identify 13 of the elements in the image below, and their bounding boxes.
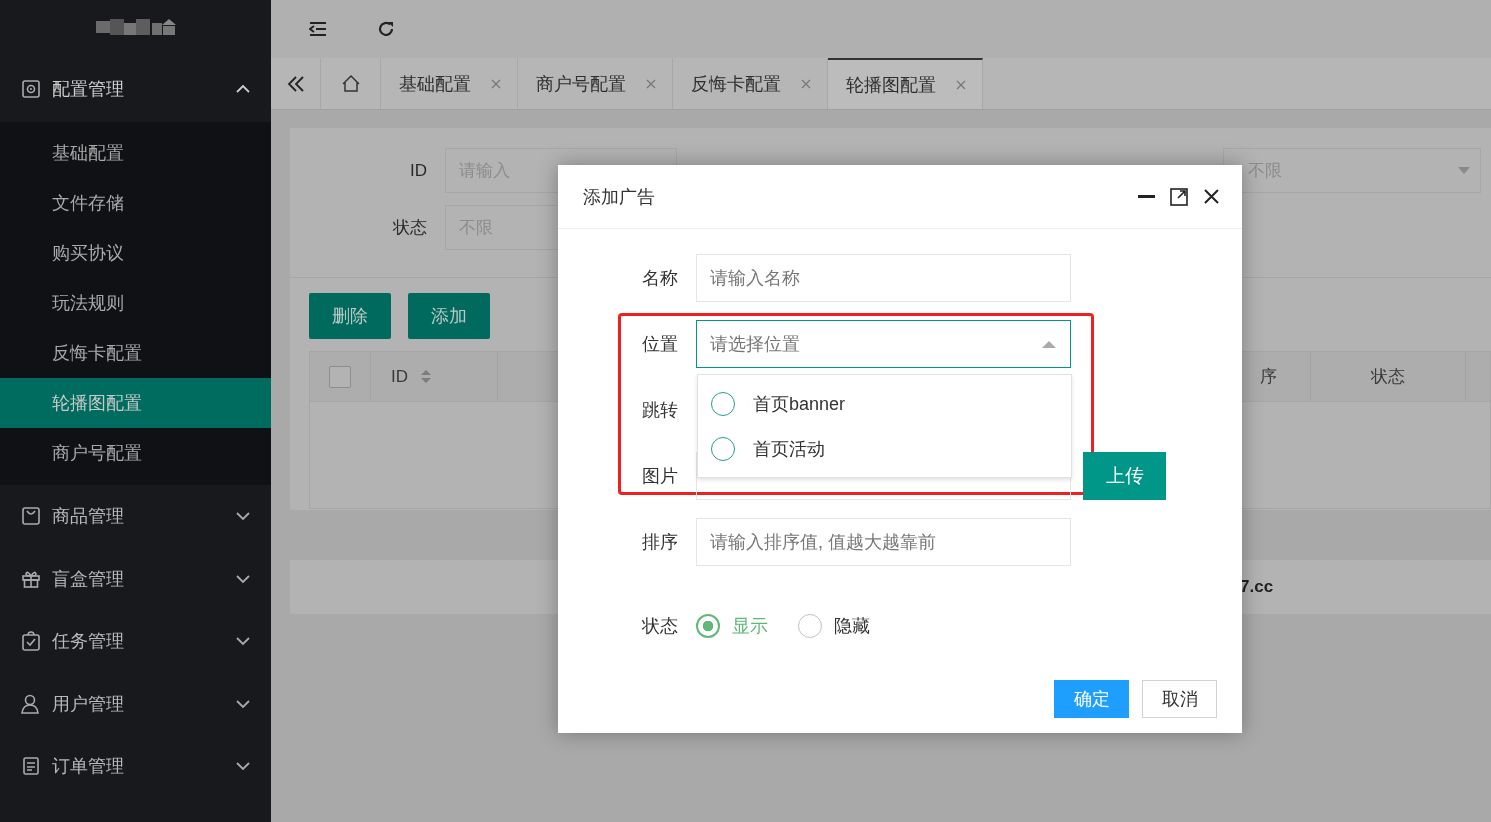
column-header: 状态 [1371, 366, 1405, 388]
field-label: 跳转 [641, 399, 679, 422]
field-label: 图片 [641, 465, 679, 488]
footer-text: 7.cc [1240, 577, 1274, 597]
field-label: 名称 [641, 267, 679, 290]
field-label: 位置 [641, 333, 679, 356]
field-label: 排序 [641, 531, 679, 554]
dialog-title: 添加广告 [583, 185, 655, 209]
column-header: 序 [1260, 366, 1277, 388]
field-label: 状态 [641, 615, 679, 638]
field-label: 状态 [392, 217, 427, 239]
field-label: ID [409, 160, 427, 181]
column-header: ID [391, 366, 408, 387]
